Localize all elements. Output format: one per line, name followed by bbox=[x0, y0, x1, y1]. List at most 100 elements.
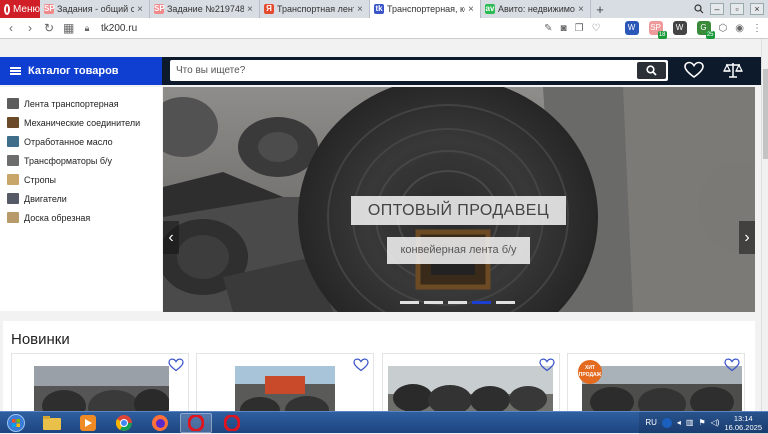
new-tab-button[interactable]: + bbox=[591, 0, 609, 18]
box-icon[interactable]: ⬡ bbox=[719, 23, 728, 34]
tray-arrow-icon[interactable]: ◂ bbox=[677, 418, 681, 427]
taskbar-media-player[interactable] bbox=[72, 413, 104, 433]
favorite-heart-icon[interactable] bbox=[724, 358, 740, 372]
start-button[interactable] bbox=[0, 412, 32, 434]
heart-bookmark-icon[interactable]: ♡ bbox=[592, 23, 601, 34]
compare-scales-icon[interactable] bbox=[723, 61, 743, 79]
opera-menu-button[interactable]: Меню bbox=[0, 0, 40, 18]
forward-icon[interactable]: › bbox=[25, 21, 35, 35]
tab-title: Задания - общий список bbox=[57, 4, 134, 14]
category-thumbnail-icon bbox=[7, 193, 19, 204]
category-sidebar: Лента транспортерная Механические соедини… bbox=[0, 87, 162, 311]
tab-close-icon[interactable]: × bbox=[357, 4, 365, 15]
sidebar-category-item[interactable]: Двигатели bbox=[0, 189, 162, 208]
clock-time: 13:14 bbox=[733, 413, 753, 423]
clock[interactable]: 13:14 16.06.2025 bbox=[724, 414, 762, 432]
more-icon[interactable]: ⋮ bbox=[752, 23, 762, 34]
category-thumbnail-icon bbox=[7, 98, 19, 109]
account-icon[interactable]: ◉ bbox=[735, 23, 744, 34]
camera-icon[interactable]: ◙ bbox=[561, 23, 567, 34]
tab-close-icon[interactable]: × bbox=[578, 4, 586, 15]
browser-tab[interactable]: avАвито: недвижимость, тра× bbox=[481, 0, 591, 18]
slider-dot[interactable] bbox=[400, 301, 419, 304]
product-card[interactable] bbox=[196, 353, 374, 411]
extension-icon[interactable]: G 25 bbox=[696, 21, 715, 39]
edit-icon[interactable]: ✎ bbox=[544, 23, 552, 34]
catalog-label: Каталог товаров bbox=[28, 65, 119, 77]
browser-tab-strip: Меню SPЗадания - общий список×SPЗадание … bbox=[0, 0, 768, 18]
extension-glyph: W bbox=[627, 23, 636, 32]
favorite-heart-icon[interactable] bbox=[353, 358, 369, 372]
slider-prev-button[interactable]: ‹ bbox=[163, 221, 179, 254]
taskbar-opera[interactable] bbox=[216, 413, 248, 433]
product-card[interactable] bbox=[382, 353, 560, 411]
sidebar-category-item[interactable]: Стропы bbox=[0, 170, 162, 189]
sidebar-category-item[interactable]: Лента транспортерная bbox=[0, 94, 162, 113]
sidebar-category-item[interactable]: Доска обрезная bbox=[0, 208, 162, 227]
tabs-grid-icon[interactable]: ▦ bbox=[63, 21, 74, 35]
taskbar-chrome[interactable] bbox=[108, 413, 140, 433]
extension-icon[interactable]: W bbox=[672, 21, 687, 35]
copy-icon[interactable]: ❐ bbox=[575, 23, 584, 34]
reload-icon[interactable]: ↻ bbox=[44, 21, 54, 35]
slider-dots bbox=[400, 301, 515, 304]
firefox-icon bbox=[152, 414, 168, 431]
tab-close-icon[interactable]: × bbox=[468, 4, 476, 15]
language-indicator[interactable]: RU bbox=[645, 418, 657, 427]
network-icon[interactable]: ▥ bbox=[686, 418, 694, 427]
flag-icon[interactable]: ⚑ bbox=[698, 418, 705, 427]
help-icon[interactable] bbox=[661, 417, 672, 428]
category-thumbnail-icon bbox=[7, 117, 19, 128]
product-card[interactable] bbox=[11, 353, 189, 411]
extension-icon[interactable]: SP 18 bbox=[648, 21, 667, 39]
back-icon[interactable]: ‹ bbox=[6, 21, 16, 35]
url-field[interactable]: tk200.ru bbox=[101, 23, 137, 34]
search-tabs-icon[interactable] bbox=[694, 4, 704, 14]
browser-tab[interactable]: SPЗадание №2197489 - про× bbox=[150, 0, 260, 18]
category-label: Лента транспортерная bbox=[24, 98, 119, 109]
slider-dot[interactable] bbox=[472, 301, 491, 304]
windows-taskbar: RU ◂ ▥ ⚑ ◁) 13:14 16.06.2025 bbox=[0, 411, 768, 434]
close-window-button[interactable]: × bbox=[750, 3, 764, 15]
category-thumbnail-icon bbox=[7, 212, 19, 223]
category-thumbnail-icon bbox=[7, 136, 19, 147]
slider-dot[interactable] bbox=[424, 301, 443, 304]
search-input[interactable] bbox=[176, 62, 626, 79]
catalog-button[interactable]: Каталог товаров bbox=[0, 57, 162, 85]
search-icon bbox=[646, 65, 657, 76]
slider-next-button[interactable]: › bbox=[739, 221, 755, 254]
system-tray: RU ◂ ▥ ⚑ ◁) 13:14 16.06.2025 bbox=[639, 411, 768, 434]
scrollbar-thumb[interactable] bbox=[763, 69, 768, 159]
tab-close-icon[interactable]: × bbox=[247, 4, 255, 15]
windows-logo-icon bbox=[7, 413, 25, 432]
sidebar-category-item[interactable]: Механические соединители bbox=[0, 113, 162, 132]
taskbar-opera-active[interactable] bbox=[180, 412, 212, 433]
browser-tab[interactable]: SPЗадания - общий список× bbox=[40, 0, 150, 18]
maximize-button[interactable]: ▫ bbox=[730, 3, 744, 15]
opera-icon bbox=[188, 414, 204, 431]
tab-favicon-icon: av bbox=[485, 4, 495, 14]
lock-icon: 🔒︎ bbox=[84, 22, 90, 33]
taskbar-explorer[interactable] bbox=[36, 413, 68, 433]
slider-dot[interactable] bbox=[448, 301, 467, 304]
favorite-heart-icon[interactable] bbox=[168, 358, 184, 372]
product-card[interactable]: ХИТ ПРОДАЖ bbox=[567, 353, 745, 411]
tab-title: Транспортерная, конвейе bbox=[387, 4, 465, 14]
search-button[interactable] bbox=[637, 62, 666, 79]
browser-tab[interactable]: ЯТранспортная лента б/у× bbox=[260, 0, 370, 18]
volume-icon[interactable]: ◁) bbox=[711, 418, 720, 427]
tab-close-icon[interactable]: × bbox=[137, 4, 145, 15]
browser-tab[interactable]: tkТранспортерная, конвейе× bbox=[370, 0, 481, 18]
sidebar-category-item[interactable]: Отработанное масло bbox=[0, 132, 162, 151]
favorites-heart-icon[interactable] bbox=[684, 61, 704, 79]
tab-favicon-icon: SP bbox=[44, 4, 55, 14]
page-scrollbar[interactable] bbox=[761, 39, 768, 411]
minimize-button[interactable]: – bbox=[710, 3, 724, 15]
favorite-heart-icon[interactable] bbox=[539, 358, 555, 372]
taskbar-firefox[interactable] bbox=[144, 413, 176, 433]
tab-favicon-icon: Я bbox=[264, 4, 274, 14]
extension-icon[interactable]: W bbox=[624, 21, 639, 35]
hero-subtitle[interactable]: конвейерная лента б/у bbox=[387, 237, 530, 264]
slider-dot[interactable] bbox=[496, 301, 515, 304]
sidebar-category-item[interactable]: Трансформаторы б/у bbox=[0, 151, 162, 170]
